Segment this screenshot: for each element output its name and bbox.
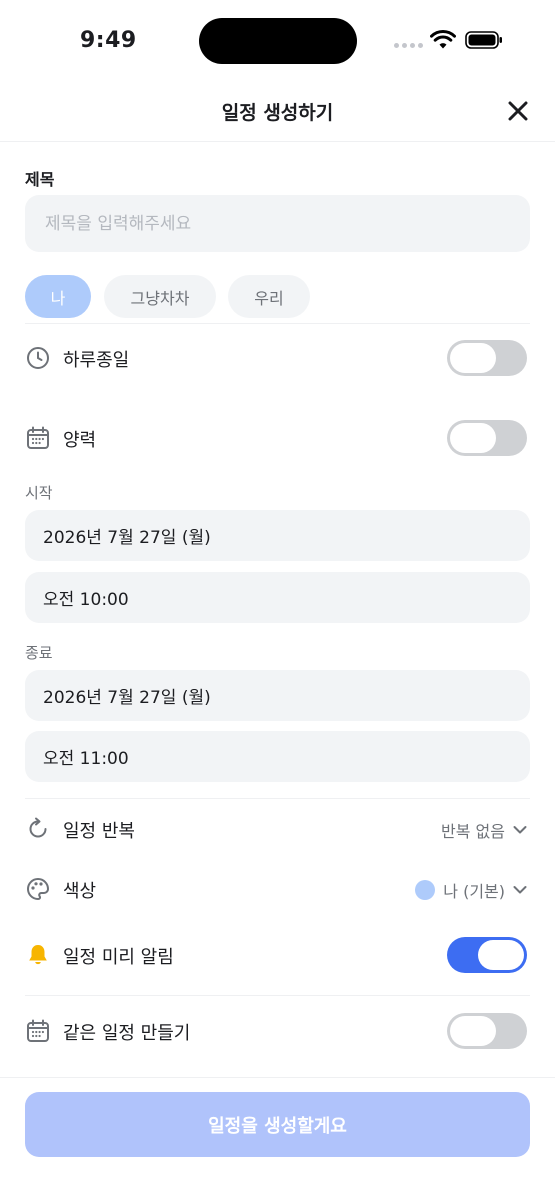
repeat-label: 일정 반복: [63, 821, 135, 842]
color-dot: [415, 880, 436, 900]
all-day-toggle[interactable]: [447, 340, 527, 376]
repeat-select[interactable]: 반복 없음: [441, 818, 527, 842]
end-label: 종료: [25, 644, 53, 662]
toggle-knob: [450, 423, 496, 453]
calendar-icon: [27, 426, 49, 449]
status-bar: 9:49: [0, 0, 555, 80]
divider: [25, 798, 530, 799]
end-time-field[interactable]: 오전 11:00: [25, 731, 530, 782]
repeat-value: 반복 없음: [441, 822, 505, 841]
calendar-icon: [27, 1019, 49, 1042]
chip-me[interactable]: 나: [25, 275, 91, 318]
status-time: 9:49: [80, 28, 137, 53]
palette-icon: [27, 878, 49, 900]
same-event-toggle[interactable]: [447, 1013, 527, 1049]
chip-chacha[interactable]: 그냥차차: [104, 275, 216, 318]
repeat-icon: [29, 817, 47, 838]
chip-us[interactable]: 우리: [228, 275, 310, 318]
create-event-button[interactable]: 일정을 생성할게요: [25, 1092, 530, 1157]
all-day-label: 하루종일: [63, 350, 130, 371]
dynamic-island: [199, 18, 357, 64]
title-input[interactable]: [25, 195, 530, 252]
toggle-knob: [478, 940, 524, 970]
toggle-knob: [450, 1016, 496, 1046]
divider: [25, 995, 530, 996]
same-event-label: 같은 일정 만들기: [63, 1023, 191, 1044]
chevron-down-icon: [513, 886, 527, 894]
close-icon[interactable]: [503, 96, 533, 126]
cellular-signal-icon: [394, 43, 423, 48]
calendar-type-label: 양력: [63, 430, 97, 451]
start-label: 시작: [25, 484, 53, 502]
color-select[interactable]: 나 (기본): [415, 878, 527, 902]
title-label: 제목: [25, 170, 55, 189]
solar-toggle[interactable]: [447, 420, 527, 456]
bottom-divider: [0, 1077, 555, 1078]
bell-icon: [29, 945, 47, 965]
toggle-knob: [450, 343, 496, 373]
reminder-label: 일정 미리 알림: [63, 947, 174, 968]
page-title: 일정 생성하기: [221, 102, 334, 124]
chevron-down-icon: [513, 826, 527, 834]
color-value: 나 (기본): [443, 882, 505, 901]
start-date-field[interactable]: 2026년 7월 27일 (월): [25, 510, 530, 561]
color-label: 색상: [63, 881, 97, 902]
reminder-toggle[interactable]: [447, 937, 527, 973]
wifi-icon: [430, 30, 456, 49]
battery-icon: [465, 31, 502, 49]
start-time-field[interactable]: 오전 10:00: [25, 572, 530, 623]
header: 일정 생성하기: [0, 80, 555, 142]
divider: [25, 323, 530, 324]
end-date-field[interactable]: 2026년 7월 27일 (월): [25, 670, 530, 721]
clock-icon: [27, 347, 49, 369]
